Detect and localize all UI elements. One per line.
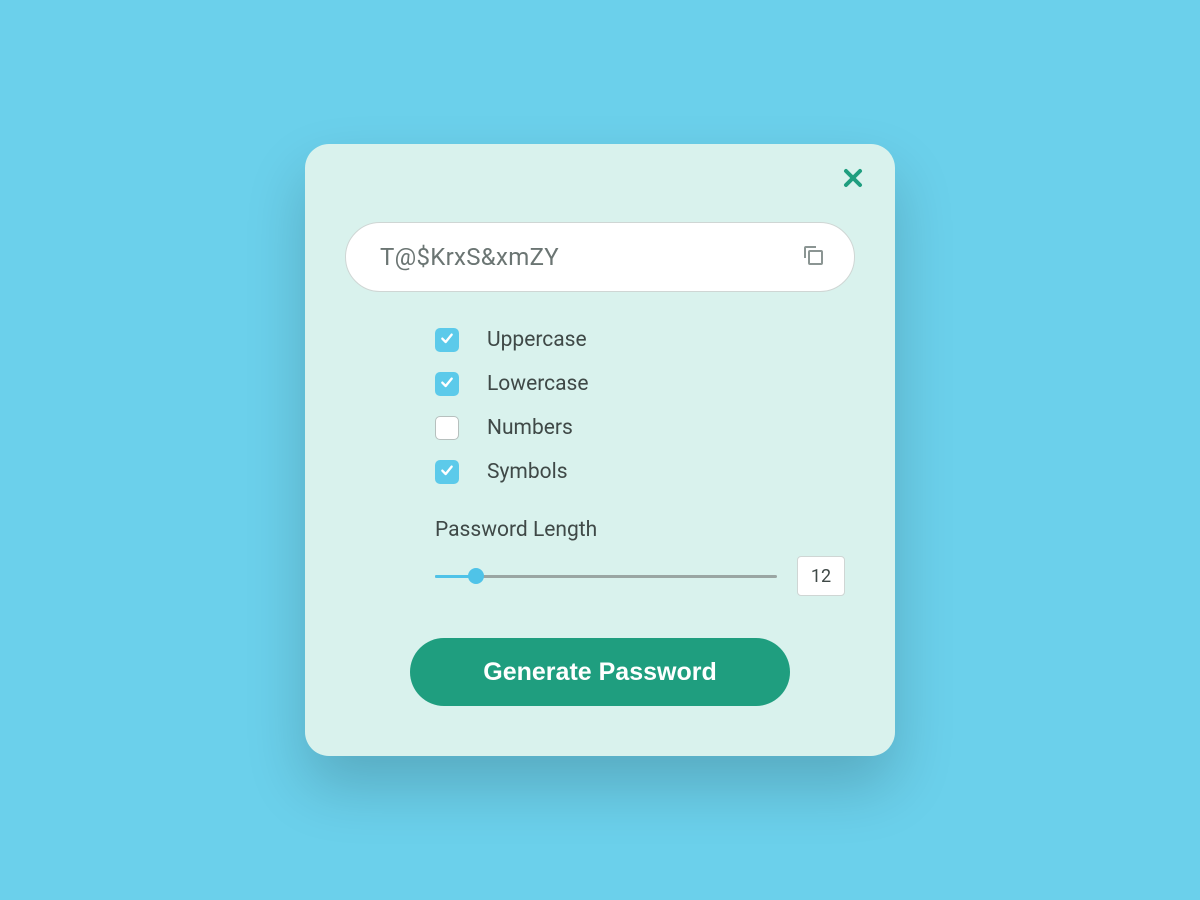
option-label: Symbols — [487, 460, 568, 484]
close-button[interactable] — [839, 166, 867, 194]
option-numbers: Numbers — [435, 416, 855, 440]
check-icon — [439, 462, 455, 482]
password-output-field: T@$KrxS&xmZY — [345, 222, 855, 292]
copy-icon — [801, 243, 825, 271]
option-label: Uppercase — [487, 328, 587, 352]
check-icon — [439, 374, 455, 394]
check-icon — [439, 330, 455, 350]
option-symbols: Symbols — [435, 460, 855, 484]
option-label: Numbers — [487, 416, 573, 440]
checkbox-symbols[interactable] — [435, 460, 459, 484]
close-icon — [841, 166, 865, 194]
length-slider[interactable] — [435, 567, 777, 585]
password-generator-card: T@$KrxS&xmZY Uppercase — [305, 144, 895, 756]
length-value[interactable]: 12 — [797, 556, 845, 596]
slider-thumb[interactable] — [468, 568, 484, 584]
option-uppercase: Uppercase — [435, 328, 855, 352]
slider-track — [435, 575, 777, 578]
option-lowercase: Lowercase — [435, 372, 855, 396]
password-text: T@$KrxS&xmZY — [380, 243, 559, 271]
checkbox-lowercase[interactable] — [435, 372, 459, 396]
length-section: Password Length 12 — [345, 518, 855, 596]
option-label: Lowercase — [487, 372, 589, 396]
generate-button[interactable]: Generate Password — [410, 638, 790, 706]
slider-row: 12 — [435, 556, 845, 596]
copy-button[interactable] — [800, 244, 826, 270]
checkbox-numbers[interactable] — [435, 416, 459, 440]
checkbox-uppercase[interactable] — [435, 328, 459, 352]
options-list: Uppercase Lowercase Numbers — [345, 328, 855, 484]
length-label: Password Length — [435, 518, 845, 542]
